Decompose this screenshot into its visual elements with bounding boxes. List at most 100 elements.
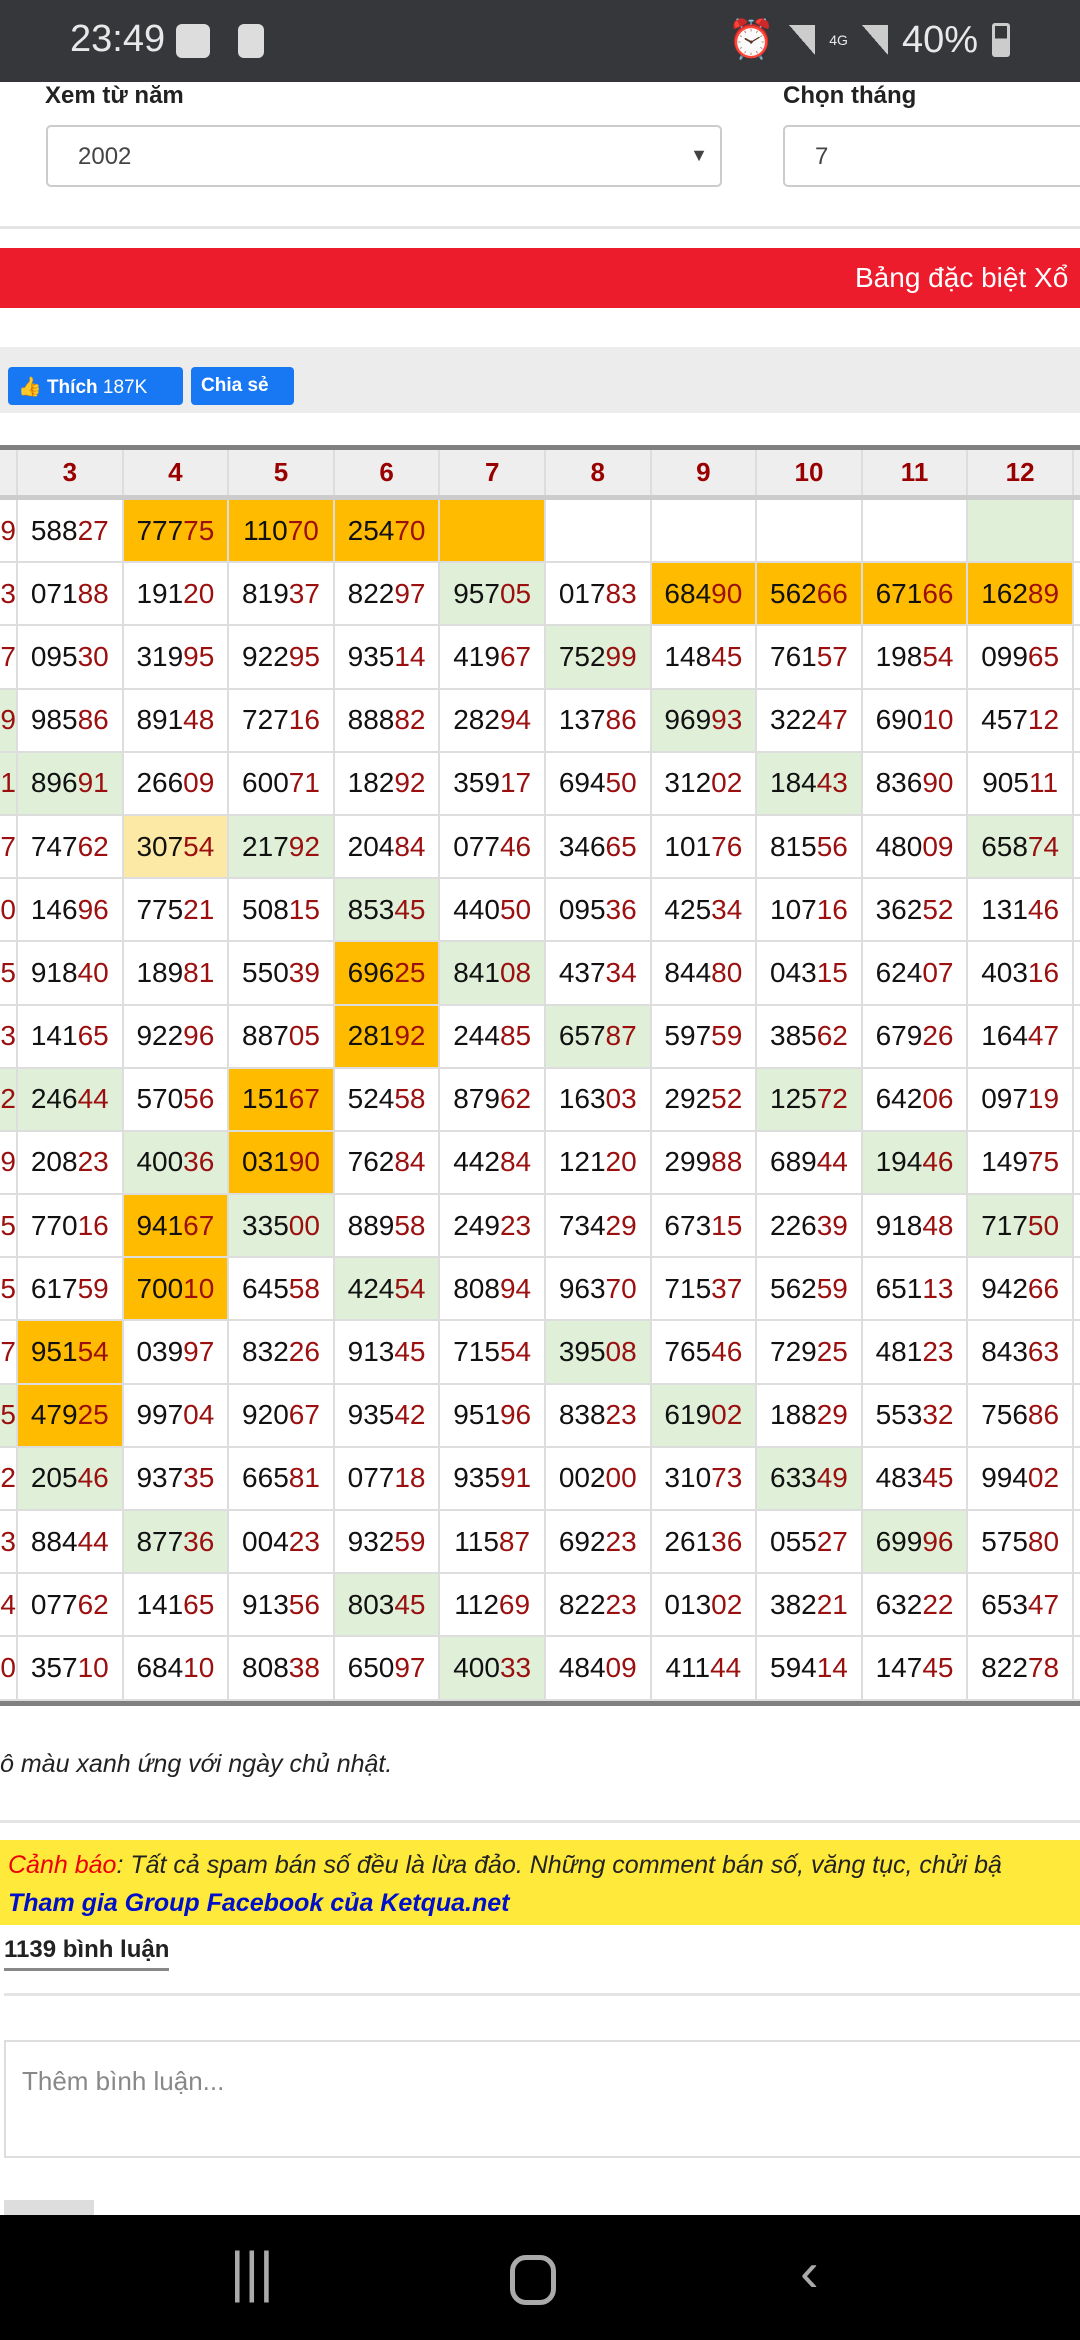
result-prefix: 657 xyxy=(558,1020,606,1052)
result-cell: 292 52 xyxy=(652,1068,758,1130)
result-last-two: 93 xyxy=(711,704,743,736)
result-last-two: 10 xyxy=(922,704,954,736)
result-prefix: 699 xyxy=(875,1525,923,1557)
result-last-two: 71 xyxy=(288,767,320,799)
result-last-two: 36 xyxy=(183,1146,215,1178)
result-last-two: 23 xyxy=(288,1525,320,1557)
facebook-group-link[interactable]: Tham gia Group Facebook của Ketqua.net xyxy=(8,1884,1072,1922)
result-last-two: 81 xyxy=(183,956,215,988)
result-cell: 935 91 xyxy=(440,1447,546,1509)
result-cell: 562 66 xyxy=(757,563,863,625)
result-last-two: 52 xyxy=(922,893,954,925)
result-cell: 770 16 xyxy=(18,1195,124,1257)
result-cell: 481 23 xyxy=(863,1321,969,1383)
result-cell: 039 97 xyxy=(124,1321,230,1383)
result-cell: 095 30 xyxy=(18,626,124,688)
result-prefix: 752 xyxy=(558,640,606,672)
result-prefix: 437 xyxy=(558,956,606,988)
result-last-two: 15 xyxy=(711,1209,743,1241)
comment-input[interactable]: Thêm bình luận... xyxy=(4,2040,1080,2158)
result-last-two: 45 xyxy=(394,1336,426,1368)
result-prefix: 151 xyxy=(242,1083,289,1115)
home-icon[interactable] xyxy=(510,2255,556,2305)
result-cell: 765 46 xyxy=(652,1321,758,1383)
result-cell: 107 16 xyxy=(757,879,863,941)
result-cell: 055 27 xyxy=(757,1511,863,1573)
result-cell: 254 70 xyxy=(334,500,441,562)
result-prefix: 031 xyxy=(242,1146,289,1178)
result-prefix: 600 xyxy=(242,767,289,799)
result-prefix: 920 xyxy=(242,1399,289,1431)
comment-count[interactable]: 1139 bình luận xyxy=(4,1936,170,1971)
result-cell: 385 62 xyxy=(757,1005,863,1067)
result-cell: 715 37 xyxy=(652,1258,758,1320)
result-cell: 299 88 xyxy=(652,1131,758,1194)
result-last-two: 62 xyxy=(499,1083,532,1115)
result-last-two: 82 xyxy=(394,704,426,736)
year-select[interactable]: 2002 ▼ xyxy=(46,125,722,187)
cell-partial: 9 xyxy=(0,689,18,751)
result-prefix: 017 xyxy=(558,577,606,609)
result-cell: 679 26 xyxy=(863,1005,969,1067)
result-cell: 440 50 xyxy=(440,879,546,941)
result-cell: 843 63 xyxy=(968,1321,1074,1383)
result-last-two: 70 xyxy=(605,1272,637,1304)
cell-partial: 3 xyxy=(0,1511,18,1573)
result-cell: 480 09 xyxy=(863,815,969,878)
recent-apps-icon[interactable]: ||| xyxy=(230,2239,274,2304)
result-last-two: 80 xyxy=(1027,1525,1060,1557)
result-prefix: 194 xyxy=(875,1146,923,1178)
like-button[interactable]: 👍 Thích 187K xyxy=(8,367,183,405)
like-count: 187K xyxy=(102,377,148,398)
result-prefix: 226 xyxy=(770,1209,817,1241)
result-cell: 266 09 xyxy=(124,752,230,814)
result-last-two: 21 xyxy=(183,893,215,925)
result-last-two: 45 xyxy=(711,640,743,672)
result-last-two: 46 xyxy=(77,1462,109,1494)
month-select[interactable]: 7 xyxy=(783,125,1080,187)
table-row: 5 617 59 700 10 645 58 424 54 808 94 963 70 715 37 562 5… xyxy=(0,1258,1080,1322)
result-last-two: 30 xyxy=(77,640,109,672)
result-cell: 836 90 xyxy=(863,752,969,814)
result-prefix: 149 xyxy=(981,1146,1028,1178)
result-prefix: 217 xyxy=(242,830,289,862)
result-prefix: 684 xyxy=(664,577,712,609)
cell-partial: 5 xyxy=(0,1258,18,1320)
result-prefix: 913 xyxy=(242,1588,289,1620)
result-prefix: 808 xyxy=(242,1651,289,1683)
share-button[interactable]: Chia sẻ xyxy=(191,367,294,405)
result-cell: 146 96 xyxy=(18,879,124,941)
result-cell: 642 06 xyxy=(863,1068,969,1130)
back-icon[interactable]: ‹ xyxy=(800,2239,819,2304)
result-last-two: 37 xyxy=(711,1272,743,1304)
cell-partial xyxy=(1074,500,1080,561)
year-label: Xem từ năm xyxy=(45,82,184,109)
result-prefix: 362 xyxy=(875,893,923,925)
youtube-icon xyxy=(176,24,210,58)
result-prefix: 013 xyxy=(664,1588,712,1620)
result-last-two: 66 xyxy=(1027,1272,1060,1304)
result-prefix: 935 xyxy=(347,1399,395,1431)
result-prefix: 440 xyxy=(453,893,500,925)
result-last-two: 86 xyxy=(605,704,637,736)
result-last-two: 27 xyxy=(77,514,109,546)
result-last-two: 23 xyxy=(605,1588,637,1620)
result-cell: 244 85 xyxy=(440,1005,546,1067)
header-cell: 11 xyxy=(863,450,969,495)
header-cell: 7 xyxy=(440,450,546,495)
result-cell: 205 46 xyxy=(18,1447,124,1509)
result-prefix: 570 xyxy=(136,1083,184,1115)
navigation-bar: ||| ‹ xyxy=(0,2215,1080,2340)
result-last-two: 23 xyxy=(605,1525,637,1557)
result-cell: 696 25 xyxy=(334,942,441,1004)
result-prefix: 095 xyxy=(30,640,78,672)
result-prefix: 694 xyxy=(558,767,606,799)
table-row: 7 095 30 319 95 922 95 935 14 419 67 752 99 148 45 761 5… xyxy=(0,626,1080,690)
result-prefix: 395 xyxy=(558,1336,606,1368)
result-last-two: 59 xyxy=(816,1272,848,1304)
result-cell: 071 88 xyxy=(18,563,124,625)
result-last-two: 46 xyxy=(711,1336,743,1368)
result-cell: 997 04 xyxy=(124,1384,230,1446)
result-cell: 112 69 xyxy=(440,1574,546,1636)
result-prefix: 281 xyxy=(347,1020,395,1052)
